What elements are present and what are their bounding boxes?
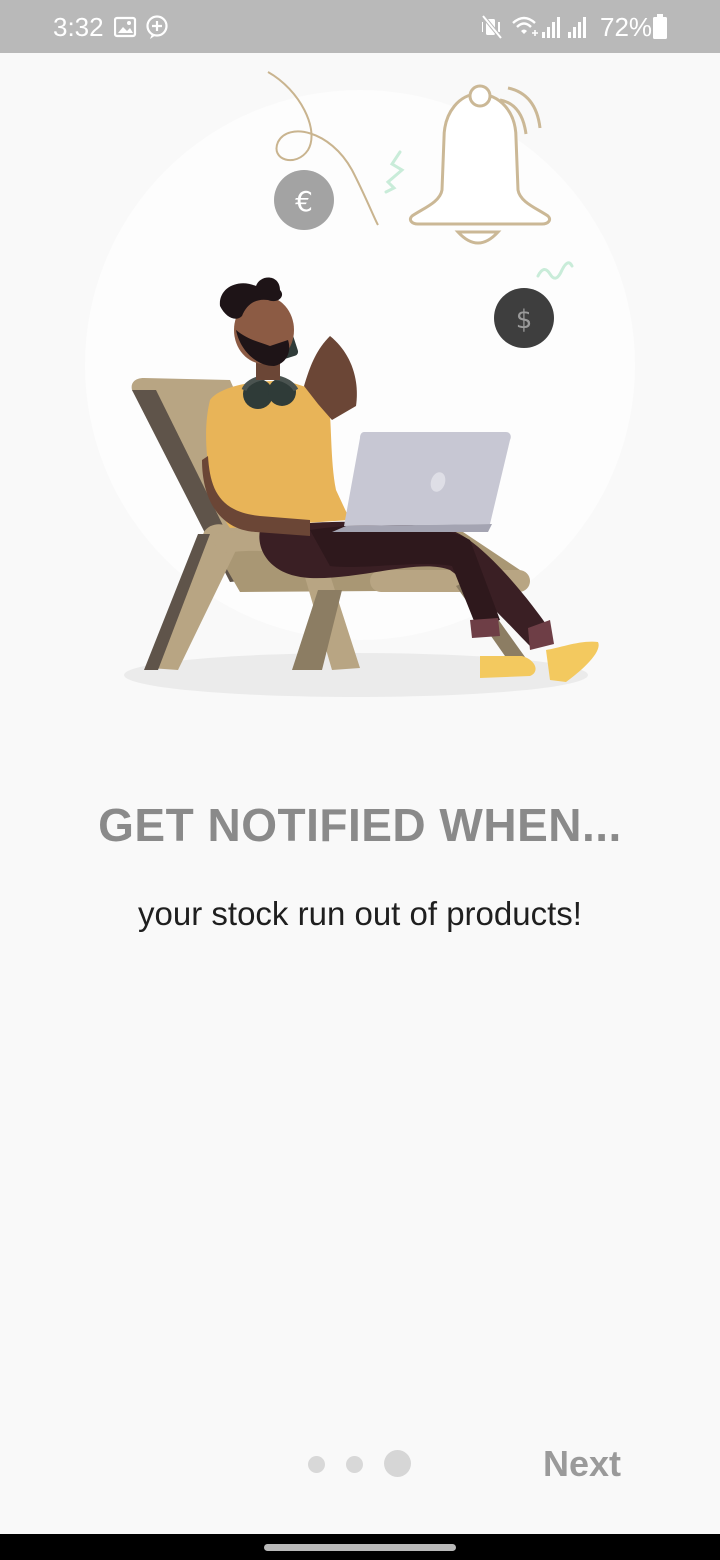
dollar-coin-icon: $: [494, 288, 554, 348]
onboarding-title: GET NOTIFIED WHEN...: [98, 799, 622, 851]
signal-icon: [542, 17, 560, 38]
euro-coin-icon: €: [274, 170, 334, 230]
home-indicator[interactable]: [264, 1544, 456, 1551]
next-button[interactable]: Next: [530, 1438, 634, 1490]
mute-vibrate-icon: [482, 14, 503, 40]
svg-text:$: $: [516, 305, 533, 335]
status-bar: 3:32 72%: [0, 0, 720, 53]
svg-text:€: €: [295, 185, 313, 218]
status-time: 3:32: [53, 12, 104, 42]
battery-icon: [653, 14, 667, 39]
page-dot-2[interactable]: [346, 1456, 363, 1473]
battery-percent: 72%: [600, 12, 653, 42]
laptop: [332, 432, 511, 532]
status-left-icons: [114, 15, 168, 39]
chat-add-icon: [146, 15, 168, 39]
page-dot-1[interactable]: [308, 1456, 325, 1473]
onboarding-illustration: € $: [85, 71, 635, 697]
navigation-bar: [0, 1534, 720, 1560]
wifi-icon: [512, 16, 538, 36]
status-right-icons: [482, 14, 586, 40]
page-dot-3-active[interactable]: [384, 1450, 411, 1477]
signal-icon: [568, 17, 586, 38]
onboarding-subtitle: your stock run out of products!: [138, 895, 582, 932]
image-icon: [114, 16, 137, 38]
